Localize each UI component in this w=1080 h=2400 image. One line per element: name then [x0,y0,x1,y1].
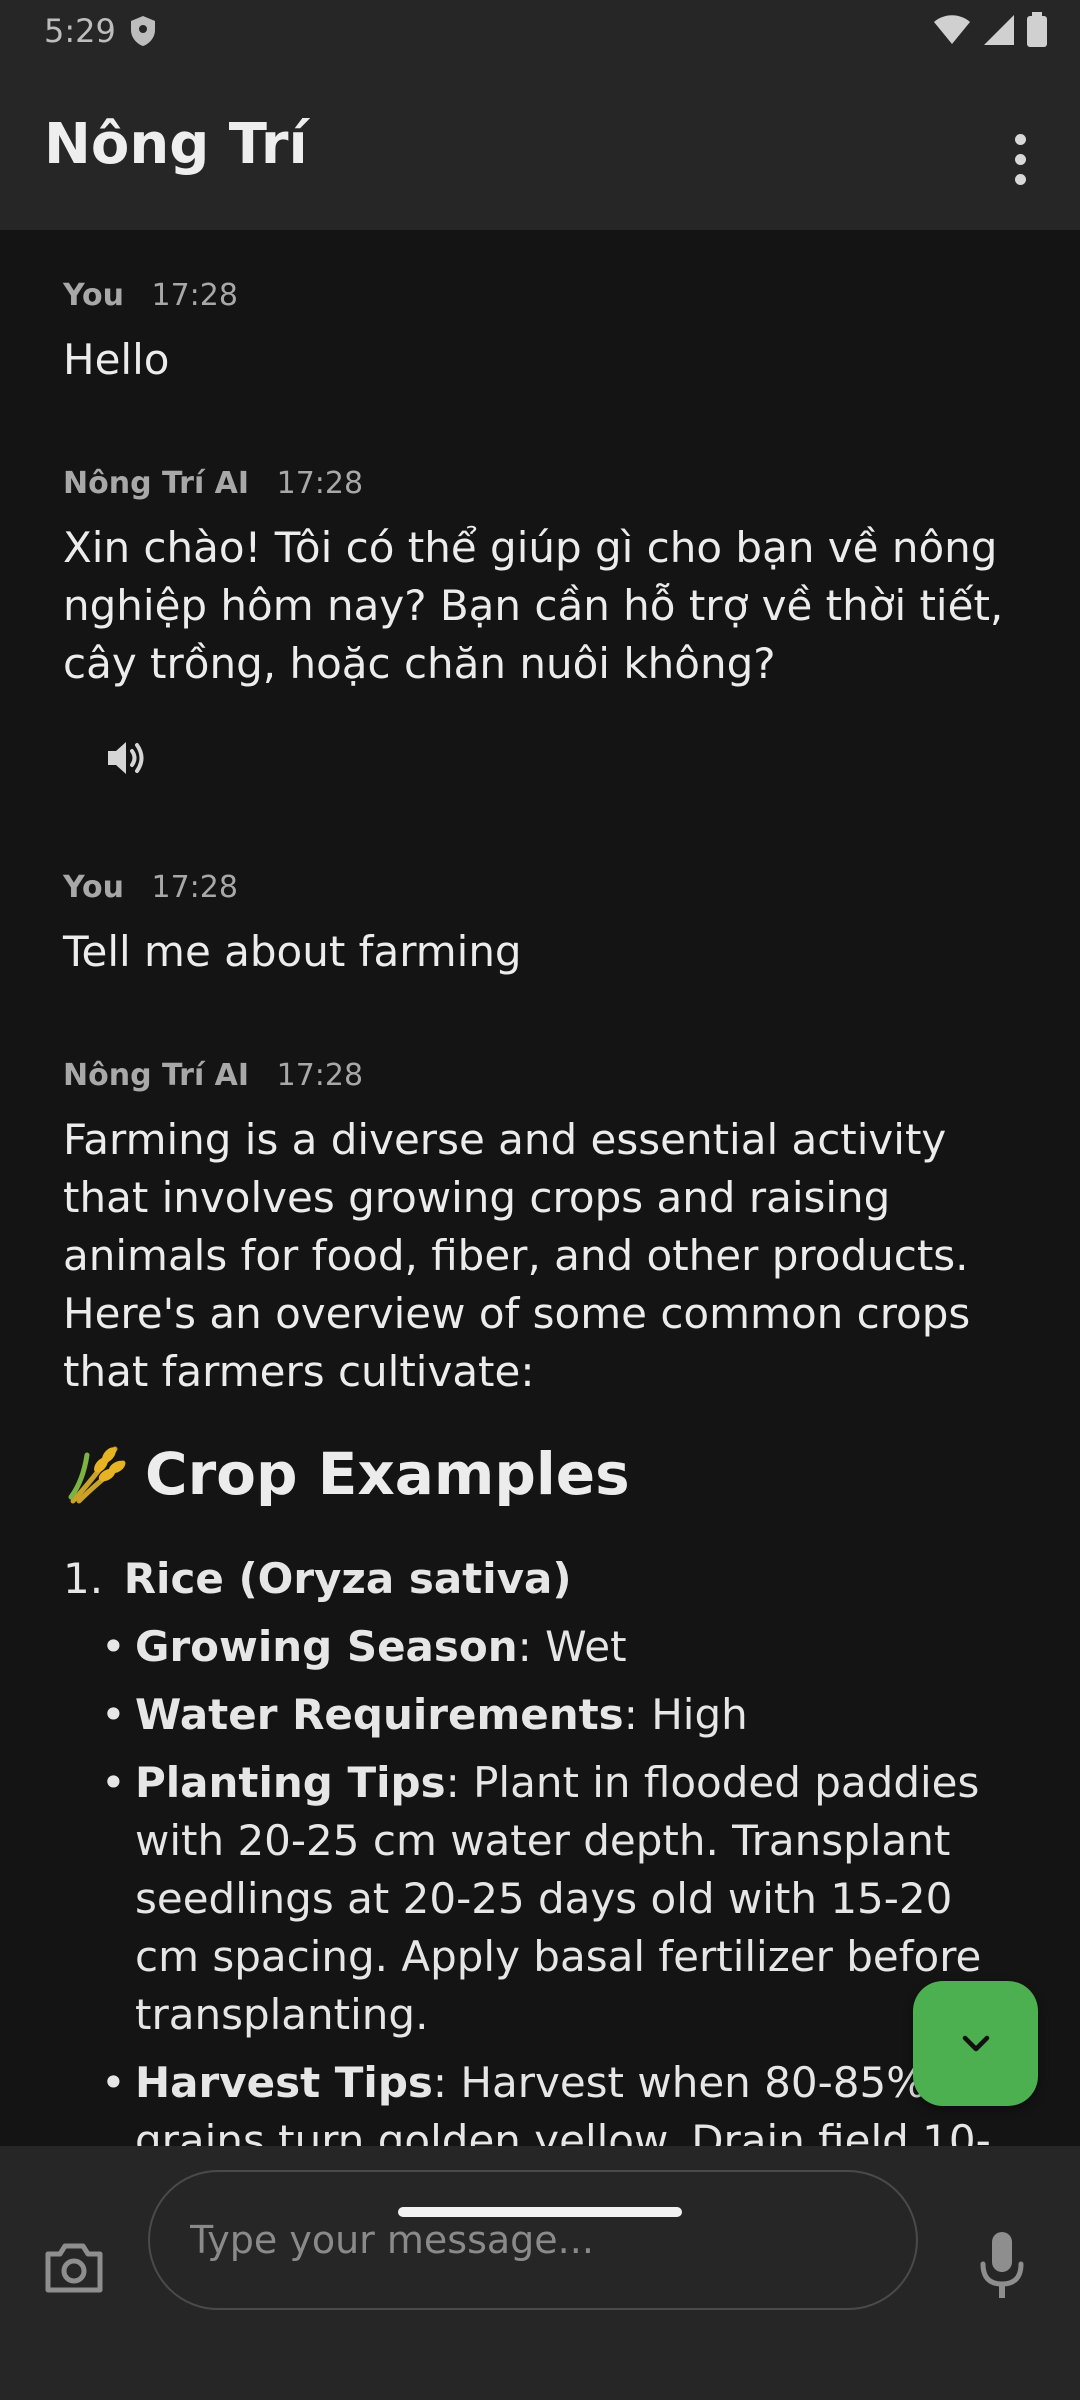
bullet-item: Harvest Tips: Harvest when 80-85% of gra… [63,2054,1023,2146]
bullet-item: Planting Tips: Plant in flooded paddies … [63,1754,1023,2044]
app-title: Nông Trí [44,112,308,177]
message-sender: Nông Trí AI [63,1058,250,1093]
bullet-text: : High [623,1690,748,1739]
signal-icon [984,15,1014,45]
scroll-down-button[interactable] [913,1981,1038,2106]
bullet-label: Planting Tips [135,1758,446,1807]
shield-icon [131,16,155,46]
message-text: Hello [63,335,170,384]
camera-icon[interactable] [40,2232,108,2300]
list-number: 1. [63,1554,104,1603]
crop-list: 1. Rice (Oryza sativa) Growing Season: W… [63,1550,1023,2146]
message-time: 17:28 [276,466,364,501]
message-user: You 17:28 Hello [63,278,1023,389]
home-indicator[interactable] [398,2207,682,2217]
message-time: 17:28 [151,278,238,313]
bullet-item: Growing Season: Wet [63,1618,1023,1676]
bullet-label: Growing Season [135,1622,518,1671]
message-text: Xin chào! Tôi có thể giúp gì cho bạn về … [63,523,1004,688]
section-heading: Crop Examples [63,1440,630,1508]
crop-name: Rice (Oryza sativa) [123,1554,572,1603]
input-bar [0,2146,1080,2400]
mic-icon[interactable] [975,2226,1029,2306]
message-input[interactable] [148,2170,918,2310]
app-screen: 5:29 Nông Trí You 17:28 Hello Nông Trí A… [0,0,1080,2400]
status-time: 5:29 [44,12,116,50]
overflow-menu-icon[interactable] [990,114,1050,204]
message-sender: You [63,870,124,905]
chevron-down-icon [962,2035,989,2051]
section-heading-text: Crop Examples [145,1440,630,1508]
status-icons [932,12,1048,48]
message-text: Tell me about farming [63,927,522,976]
wifi-icon [934,15,970,44]
message-sender: You [63,278,124,313]
message-ai: Nông Trí AI 17:28 Farming is a diverse a… [63,1058,1023,1401]
rice-sheaf-icon [68,1446,126,1504]
chat-list[interactable]: You 17:28 Hello Nông Trí AI 17:28 Xin ch… [0,230,1080,2146]
speaker-icon[interactable] [100,732,152,784]
message-time: 17:28 [151,870,238,905]
message-time: 17:28 [276,1058,364,1093]
bullet-item: Water Requirements: High [63,1686,1023,1744]
bullet-text: : Wet [517,1622,627,1671]
message-sender: Nông Trí AI [63,466,250,501]
message-user: You 17:28 Tell me about farming [63,870,1023,981]
message-ai: Nông Trí AI 17:28 Xin chào! Tôi có thể g… [63,466,1023,693]
status-bar: 5:29 [0,0,1080,62]
app-bar: Nông Trí [0,62,1080,230]
battery-icon [1027,12,1047,47]
message-text: Farming is a diverse and essential activ… [63,1115,971,1396]
list-item: 1. Rice (Oryza sativa) [63,1550,1023,1608]
bullet-label: Water Requirements [135,1690,624,1739]
bullet-label: Harvest Tips [135,2058,433,2107]
